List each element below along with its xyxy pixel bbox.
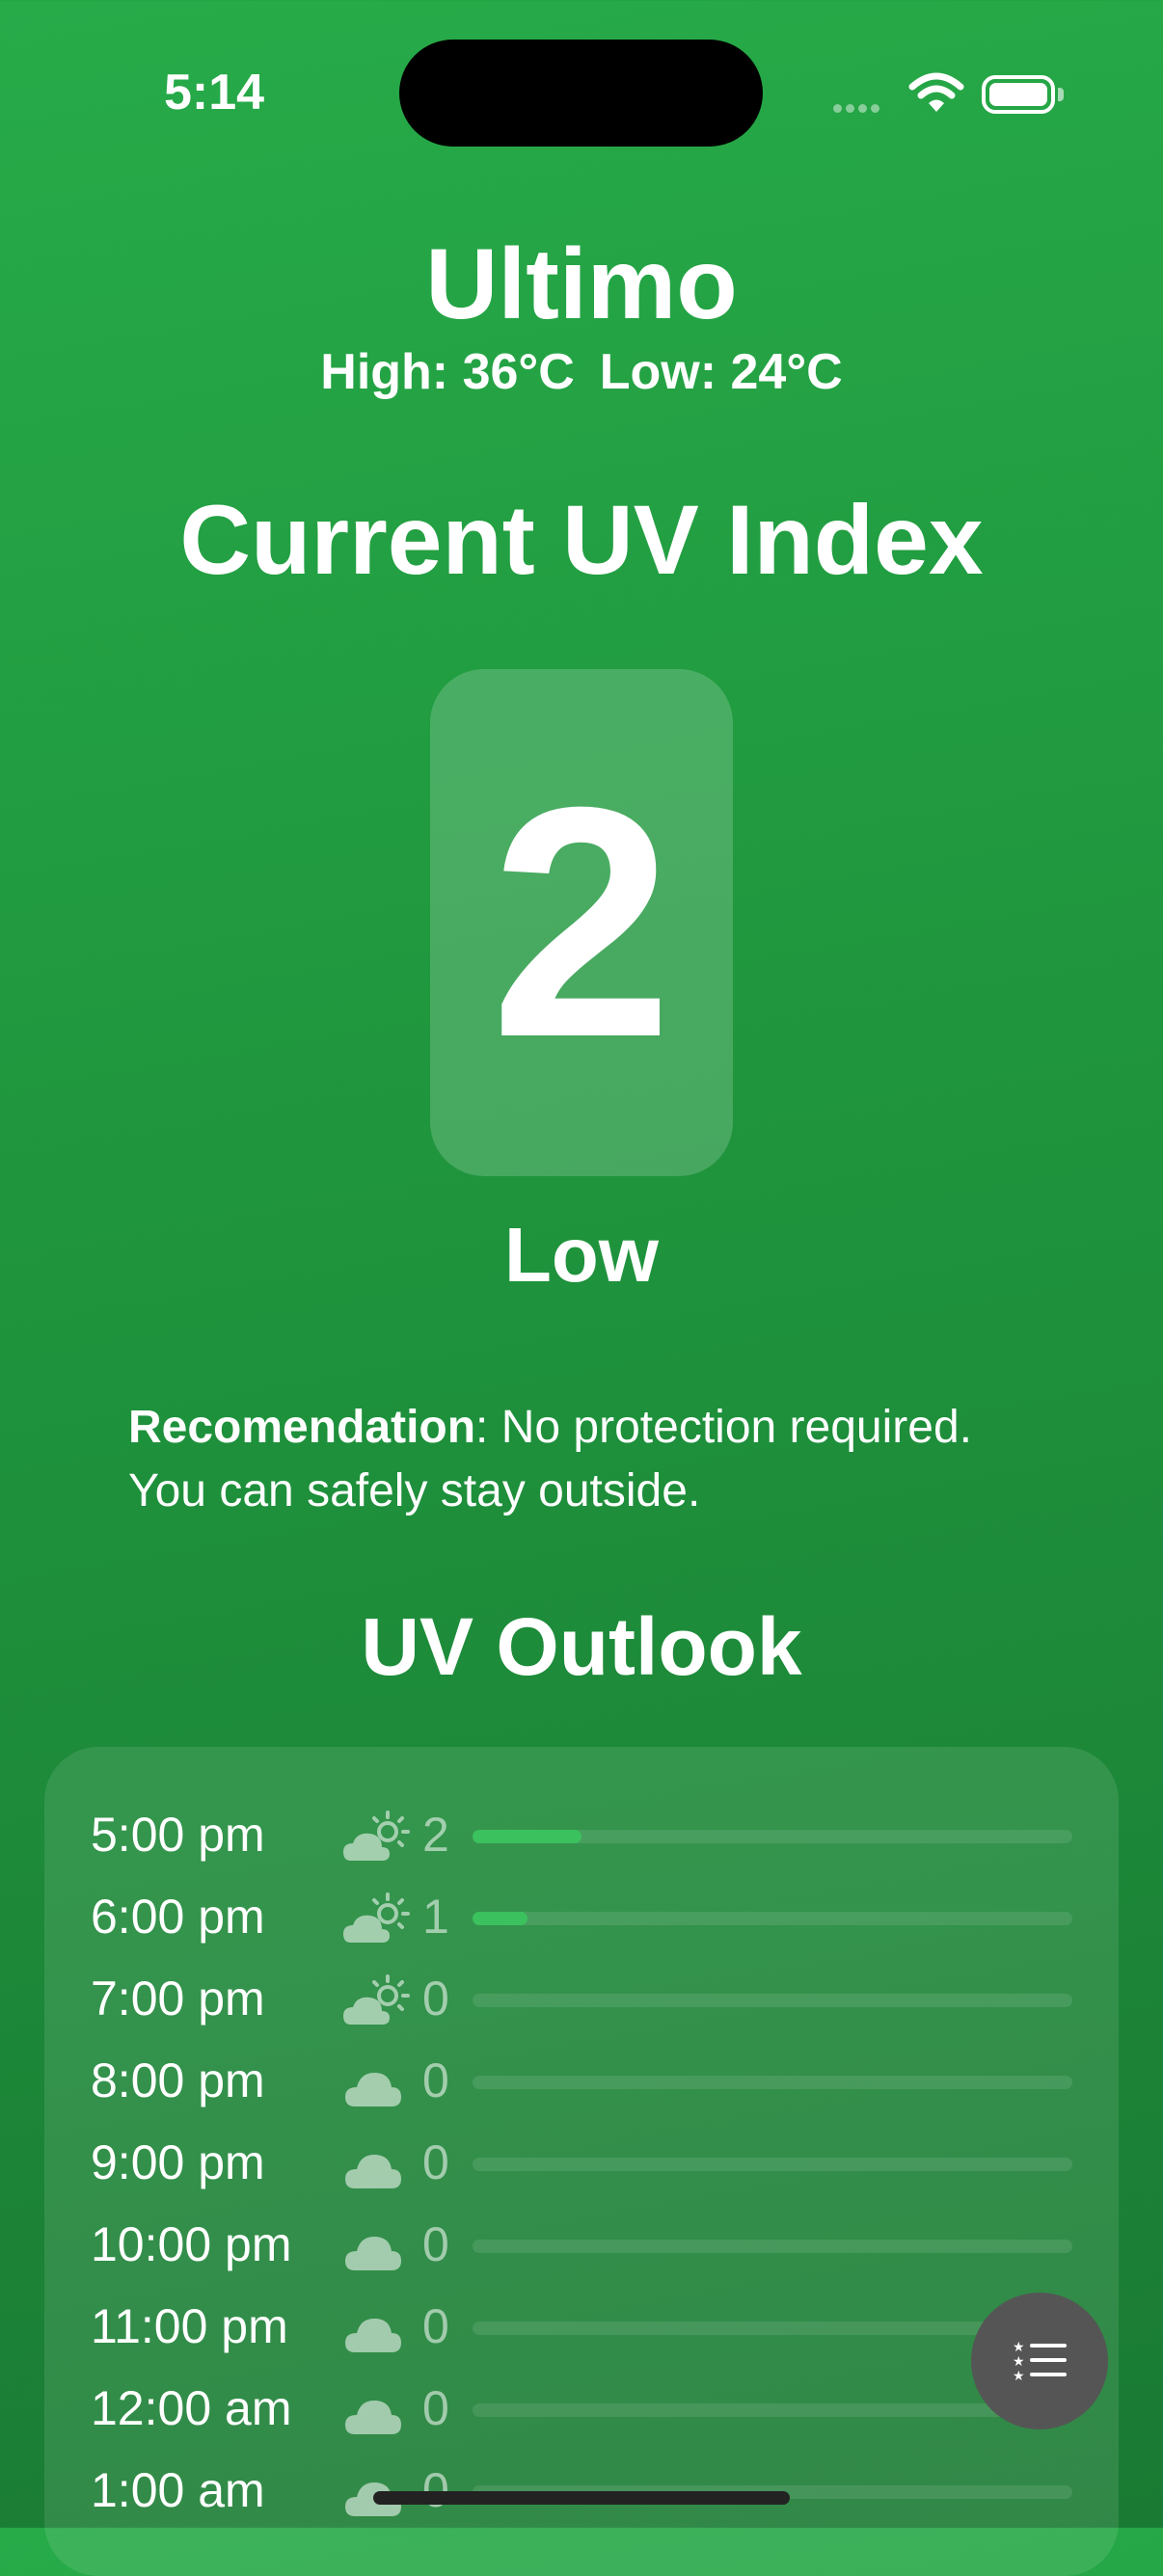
cloud-sun-icon — [343, 1974, 417, 2033]
outlook-row: 11:00 pm 0 — [44, 2293, 1119, 2375]
dynamic-island — [399, 40, 763, 147]
uv-index-card: 2 — [430, 669, 733, 1176]
outlook-row: 6:00 pm 1 — [44, 1883, 1119, 1965]
outlook-time: 6:00 pm — [91, 1890, 265, 1944]
outlook-uv-value: 0 — [422, 2299, 449, 2353]
outlook-time: 1:00 am — [91, 2463, 265, 2517]
wifi-icon — [908, 71, 964, 119]
uv-outlook-title: UV Outlook — [361, 1601, 802, 1692]
cloud-sun-icon — [343, 1892, 417, 1951]
outlook-uv-value: 1 — [422, 1890, 449, 1944]
outlook-row: 5:00 pm 2 — [44, 1801, 1119, 1883]
outlook-uv-value: 0 — [422, 2217, 449, 2271]
outlook-uv-value: 0 — [422, 2053, 449, 2107]
svg-text:★: ★ — [1013, 2354, 1025, 2370]
outlook-uv-value: 0 — [422, 2381, 449, 2435]
uv-index-value: 2 — [490, 739, 673, 1106]
cellular-signal-icon — [833, 100, 883, 118]
cloud-icon — [343, 2302, 417, 2361]
list-menu-button[interactable]: ★ ★ ★ — [971, 2293, 1108, 2429]
uv-bar-fill — [473, 1912, 527, 1925]
cloud-icon — [343, 2384, 417, 2443]
current-uv-title: Current UV Index — [179, 485, 984, 595]
outlook-time: 9:00 pm — [91, 2135, 265, 2189]
recommendation-text: Recomendation: No protection required. Y… — [128, 1396, 1054, 1523]
temperature-range: High: 36°C Low: 24°C — [0, 343, 1163, 401]
battery-cap — [1058, 88, 1064, 101]
cloud-icon — [343, 2220, 417, 2279]
uv-bar-track — [473, 1912, 1072, 1925]
outlook-row: 12:00 am 0 — [44, 2375, 1119, 2456]
uv-outlook-list[interactable]: 5:00 pm 2 6:00 pm 1 7:00 pm 0 8:00 pm 0 9:00 pm 0… — [44, 1747, 1119, 2576]
uv-bar-fill — [473, 1830, 582, 1843]
outlook-time: 8:00 pm — [91, 2053, 265, 2107]
uv-bar-track — [473, 1830, 1072, 1843]
outlook-time: 11:00 pm — [91, 2299, 288, 2353]
uv-bar-track — [473, 2076, 1072, 2089]
outlook-time: 5:00 pm — [91, 1808, 265, 1862]
location-name: Ultimo — [425, 228, 738, 340]
uv-bar-track — [473, 1994, 1072, 2007]
outlook-uv-value: 0 — [422, 1972, 449, 2026]
outlook-time: 7:00 pm — [91, 1972, 265, 2026]
battery-icon — [982, 75, 1055, 114]
status-bar-time: 5:14 — [164, 65, 265, 121]
uv-level-label: Low — [504, 1212, 659, 1298]
svg-text:★: ★ — [1013, 2340, 1025, 2355]
recommendation-label: Recomendation — [128, 1402, 476, 1453]
uv-bar-track — [473, 2240, 1072, 2253]
home-indicator — [373, 2491, 790, 2505]
cloud-sun-icon — [343, 1811, 417, 1869]
outlook-row: 7:00 pm 0 — [44, 1965, 1119, 2047]
outlook-time: 10:00 pm — [91, 2217, 292, 2271]
outlook-uv-value: 0 — [422, 2463, 449, 2517]
cloud-icon — [343, 2138, 417, 2197]
outlook-time: 12:00 am — [91, 2381, 292, 2435]
cloud-icon — [343, 2056, 417, 2115]
high-temperature: High: 36°C — [320, 344, 575, 400]
low-temperature: Low: 24°C — [599, 344, 843, 400]
outlook-row: 10:00 pm 0 — [44, 2211, 1119, 2293]
outlook-uv-value: 0 — [422, 2135, 449, 2189]
list-icon: ★ ★ ★ — [1013, 2340, 1067, 2382]
uv-bar-track — [473, 2403, 1072, 2417]
outlook-uv-value: 2 — [422, 1808, 449, 1862]
uv-bar-track — [473, 2158, 1072, 2171]
outlook-row: 9:00 pm 0 — [44, 2129, 1119, 2211]
svg-text:★: ★ — [1013, 2369, 1025, 2382]
outlook-row: 8:00 pm 0 — [44, 2047, 1119, 2129]
